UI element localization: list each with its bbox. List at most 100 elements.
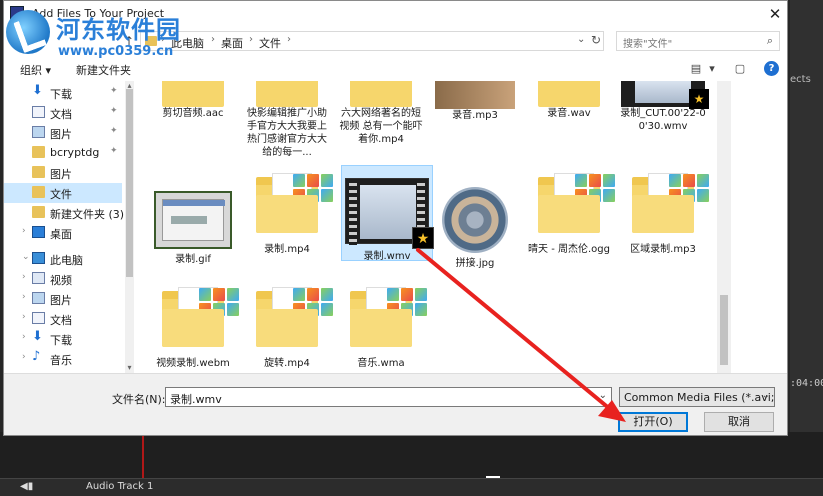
speaker-icon[interactable]: ◀▮ <box>20 481 36 493</box>
chevron-right-icon[interactable]: › <box>161 34 165 45</box>
folder-icon <box>350 287 427 347</box>
sidebar-item-bcryptdg[interactable]: bcryptdg ✦ <box>4 143 122 163</box>
sidebar-item-new-folder-3[interactable]: 新建文件夹 (3) <box>4 203 125 223</box>
chevron-right-icon[interactable]: › <box>22 272 26 282</box>
file-item[interactable]: 旋转.mp4 <box>241 287 333 370</box>
timecode: :04:00. <box>790 378 823 389</box>
folder-icon <box>632 173 709 233</box>
file-item[interactable]: 剪切音频.aac <box>147 81 239 120</box>
sidebar-item-pictures[interactable]: 图片 ✦ <box>4 123 122 143</box>
sidebar-item-this-pc[interactable]: ⌄ 此电脑 <box>4 249 122 269</box>
chevron-right-icon[interactable]: › <box>22 292 26 302</box>
sidebar-item-files[interactable]: 文件 <box>4 183 122 203</box>
sidebar-item-pictures-folder[interactable]: 图片 <box>4 163 122 183</box>
audio-track[interactable]: ◀▮ Audio Track 1 <box>0 478 823 496</box>
file-item-selected[interactable]: ★ 录制.wmv <box>341 165 434 262</box>
file-item[interactable]: ★ 录制_CUT.00'22-00'30.wmv <box>617 81 709 133</box>
file-item[interactable]: 晴天 - 周杰伦.ogg <box>523 173 615 256</box>
filename-label: 文件名(N): <box>112 393 166 406</box>
file-name: 录制.gif <box>175 254 211 265</box>
file-list-scroll-thumb[interactable] <box>720 295 728 365</box>
up-arrow-icon[interactable]: ↑ <box>124 34 134 48</box>
chevron-down-icon[interactable]: ⌄ <box>577 34 585 45</box>
sidebar-item-documents[interactable]: 文档 ✦ <box>4 103 122 123</box>
new-folder-button[interactable]: 新建文件夹 <box>76 62 131 78</box>
chevron-down-icon[interactable]: ▾ <box>704 62 720 76</box>
folder-icon <box>32 146 45 158</box>
sidebar-item-label: 文档 <box>50 108 72 121</box>
filename-input[interactable]: 录制.wmv ⌄ <box>165 387 612 407</box>
file-name: 拼接.jpg <box>455 258 495 269</box>
sidebar-item-label: 音乐 <box>50 354 72 367</box>
file-item[interactable]: 录音.mp3 <box>429 81 521 122</box>
refresh-icon[interactable]: ↻ <box>591 33 601 47</box>
chevron-right-icon[interactable]: › <box>22 332 26 342</box>
sidebar-item-label: 新建文件夹 (3) <box>50 208 125 221</box>
sidebar-item-pc-documents[interactable]: › 文档 <box>4 309 122 329</box>
sidebar-item-label: 图片 <box>50 168 72 181</box>
address-bar[interactable]: › 此电脑 › 桌面 › 文件 › ⌄ ↻ <box>140 31 604 51</box>
dialog-footer: 文件名(N): 录制.wmv ⌄ Common Media Files (*.a… <box>4 373 787 435</box>
file-item[interactable]: 录制.gif <box>147 187 239 266</box>
sidebar-item-downloads[interactable]: ⬇ 下载 ✦ <box>4 83 122 103</box>
file-list-scrollbar[interactable] <box>717 81 731 373</box>
gif-thumbnail <box>154 191 232 249</box>
chevron-right-icon[interactable]: › <box>287 34 291 45</box>
help-icon[interactable]: ? <box>764 61 779 76</box>
star-icon: ★ <box>689 89 709 109</box>
search-placeholder: 搜索"文件" <box>623 39 673 50</box>
sidebar-item-label: 文件 <box>50 188 72 201</box>
view-options-icon[interactable]: ▤ <box>688 62 704 76</box>
file-name: 视频录制.webm <box>156 358 230 369</box>
breadcrumb-desktop[interactable]: 桌面 <box>221 35 243 51</box>
folder-icon <box>256 173 333 233</box>
chevron-down-icon[interactable]: ⌄ <box>599 390 607 401</box>
document-icon <box>32 106 45 118</box>
file-item[interactable]: 视频录制.webm <box>147 287 239 370</box>
chevron-right-icon[interactable]: › <box>249 34 253 45</box>
file-item[interactable]: 录制.mp4 <box>241 173 333 256</box>
nav-scrollbar[interactable]: ▴ ▾ <box>125 81 134 373</box>
sidebar-item-pc-downloads[interactable]: › ⬇ 下载 <box>4 329 122 349</box>
cancel-button[interactable]: 取消 <box>704 412 774 432</box>
file-name: 录音.mp3 <box>452 110 498 121</box>
sidebar-item-videos[interactable]: › 视频 <box>4 269 122 289</box>
sidebar-item-music[interactable]: › ♪ 音乐 <box>4 349 122 369</box>
nav-scroll-thumb[interactable] <box>126 89 133 277</box>
search-icon: ⌕ <box>766 34 773 47</box>
sidebar-item-desktop[interactable]: › 桌面 <box>4 223 122 243</box>
folder-icon <box>538 81 600 107</box>
file-item[interactable]: 拼接.jpg <box>429 185 521 270</box>
sidebar-item-label: 下载 <box>50 88 72 101</box>
sidebar-item-label: 视频 <box>50 274 72 287</box>
chevron-right-icon[interactable]: › <box>22 312 26 322</box>
scroll-down-icon[interactable]: ▾ <box>125 363 134 372</box>
open-button[interactable]: 打开(O) <box>618 412 688 432</box>
pin-icon: ✦ <box>110 106 118 116</box>
file-item[interactable]: 音乐.wma <box>335 287 427 370</box>
chevron-right-icon[interactable]: › <box>22 226 26 236</box>
chevron-down-icon[interactable]: ⌄ <box>22 252 30 262</box>
sidebar-item-pc-pictures[interactable]: › 图片 <box>4 289 122 309</box>
music-icon: ♪ <box>32 349 41 364</box>
close-button[interactable]: ✕ <box>764 3 786 25</box>
breadcrumb-files[interactable]: 文件 <box>259 35 281 51</box>
file-name: 区域录制.mp3 <box>630 244 696 255</box>
chevron-down-icon[interactable]: ⌄ <box>762 390 770 401</box>
organize-button[interactable]: 组织 ▾ <box>20 62 51 78</box>
file-item[interactable]: 六大网络著名的短视频 总有一个能吓着你.mp4 <box>335 81 427 146</box>
file-name: 晴天 - 周杰伦.ogg <box>528 244 610 255</box>
chevron-right-icon[interactable]: › <box>22 352 26 362</box>
folder-icon <box>32 186 45 198</box>
preview-pane-icon[interactable]: ▢ <box>732 62 748 76</box>
chevron-right-icon[interactable]: › <box>211 34 215 45</box>
breadcrumb-pc[interactable]: 此电脑 <box>171 35 204 51</box>
file-item[interactable]: 区域录制.mp3 <box>617 173 709 256</box>
search-input[interactable]: 搜索"文件" ⌕ <box>616 31 780 51</box>
file-item[interactable]: 快影编辑推广小助手官方大大我要上热门感谢官方大大给的每一... <box>241 81 333 159</box>
filetype-select[interactable]: Common Media Files (*.avi;* ⌄ <box>619 387 775 407</box>
file-item[interactable]: 录音.wav <box>523 81 615 120</box>
picture-icon <box>32 292 45 304</box>
panel-label: ects <box>790 74 811 85</box>
folder-icon <box>162 287 239 347</box>
